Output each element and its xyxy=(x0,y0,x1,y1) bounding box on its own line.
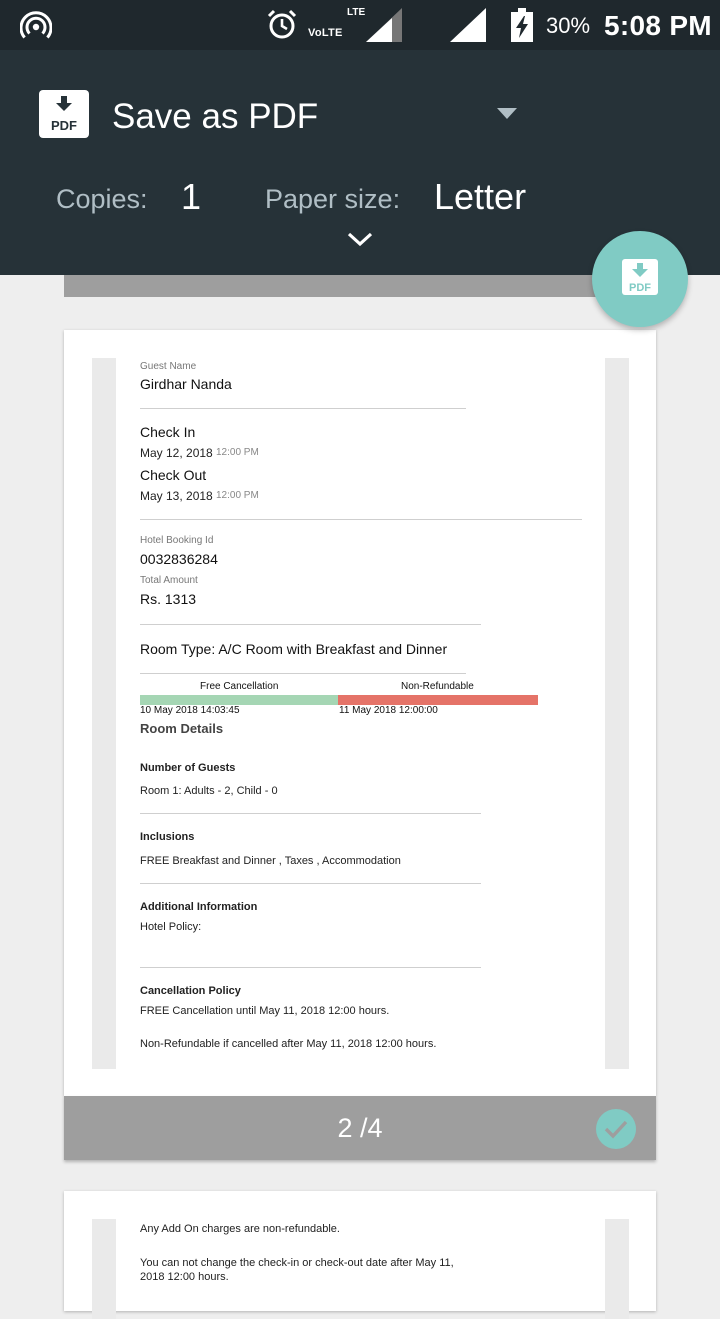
svg-text:PDF: PDF xyxy=(51,118,77,133)
battery-charging-icon xyxy=(511,8,533,42)
addon-charges-text: Any Add On charges are non-refundable. xyxy=(140,1223,340,1235)
signal-strength-icon xyxy=(450,8,486,42)
divider xyxy=(140,883,481,884)
inclusions-value: FREE Breakfast and Dinner , Taxes , Acco… xyxy=(140,855,401,867)
check-in-label: Check In xyxy=(140,424,196,440)
guests-heading: Number of Guests xyxy=(140,762,236,774)
guest-name: Girdhar Nanda xyxy=(140,376,232,392)
pdf-download-icon: PDF xyxy=(622,259,658,295)
non-refundable-start: 11 May 2018 12:00:00 xyxy=(339,705,438,716)
free-cancellation-bar xyxy=(140,695,338,705)
date-change-text: You can not change the check-in or check… xyxy=(140,1257,454,1269)
pdf-file-icon: PDF xyxy=(39,90,89,138)
cancellation-policy-heading: Cancellation Policy xyxy=(140,985,241,997)
page-indicator: 2 /4 xyxy=(337,1113,383,1143)
check-out-date: May 13, 2018 xyxy=(140,489,213,503)
volte-label: VoLTE xyxy=(308,27,343,39)
svg-text:PDF: PDF xyxy=(629,282,651,294)
free-cancellation-label: Free Cancellation xyxy=(200,681,279,692)
cancellation-nonref-text: Non-Refundable if cancelled after May 11… xyxy=(140,1038,437,1050)
battery-percent: 30% xyxy=(546,13,591,38)
page-2-footer: 2 /4 xyxy=(64,1096,656,1160)
date-change-text-cont: 2018 12:00 hours. xyxy=(140,1271,229,1283)
copies-value[interactable]: 1 xyxy=(181,176,201,218)
save-pdf-button[interactable]: PDF xyxy=(592,231,688,327)
non-refundable-label: Non-Refundable xyxy=(401,681,474,692)
non-refundable-bar xyxy=(338,695,538,705)
guest-name-label: Guest Name xyxy=(140,361,197,372)
page-margin-left xyxy=(92,1219,116,1319)
hotspot-icon xyxy=(20,11,52,39)
page-margin-left xyxy=(92,358,116,1069)
status-bar: VoLTE LTE 30% 5:08 PM xyxy=(0,0,720,50)
checkmark-icon xyxy=(604,1120,628,1139)
divider xyxy=(140,624,481,625)
destination-select[interactable]: Save as PDF xyxy=(112,97,318,137)
alarm-icon xyxy=(267,9,297,39)
cancellation-free-text: FREE Cancellation until May 11, 2018 12:… xyxy=(140,1005,390,1017)
check-in-time: 12:00 PM xyxy=(216,447,259,458)
lte-label: LTE xyxy=(347,7,366,18)
inclusions-heading: Inclusions xyxy=(140,831,195,843)
paper-size-label: Paper size: xyxy=(265,184,401,214)
room-details-heading: Room Details xyxy=(140,721,224,736)
divider xyxy=(140,408,466,409)
page-margin-right xyxy=(605,1219,629,1319)
paper-size-value[interactable]: Letter xyxy=(434,176,526,218)
check-out-time: 12:00 PM xyxy=(216,490,259,501)
divider xyxy=(140,519,582,520)
free-cancellation-start: 10 May 2018 14:03:45 xyxy=(140,705,240,716)
room-type: Room Type: A/C Room with Breakfast and D… xyxy=(140,641,448,657)
guests-value: Room 1: Adults - 2, Child - 0 xyxy=(140,785,278,797)
chevron-down-icon[interactable] xyxy=(345,229,375,249)
booking-id-label: Hotel Booking Id xyxy=(140,535,214,546)
divider xyxy=(140,813,481,814)
total-amount-label: Total Amount xyxy=(140,575,198,586)
divider xyxy=(140,673,466,674)
signal-lte-icon xyxy=(366,8,402,42)
hotel-policy: Hotel Policy: xyxy=(140,921,202,933)
dropdown-caret-icon[interactable] xyxy=(497,108,517,119)
clock-time: 5:08 PM xyxy=(604,10,712,41)
check-in-date: May 12, 2018 xyxy=(140,446,213,460)
page-preview-3[interactable] xyxy=(64,1191,656,1319)
additional-info-heading: Additional Information xyxy=(140,901,258,913)
booking-id: 0032836284 xyxy=(140,551,218,567)
check-out-label: Check Out xyxy=(140,467,207,483)
total-amount: Rs. 1313 xyxy=(140,591,197,607)
copies-label: Copies: xyxy=(56,184,148,214)
divider xyxy=(140,967,481,968)
page-margin-right xyxy=(605,358,629,1069)
page-select-toggle[interactable] xyxy=(596,1109,636,1149)
